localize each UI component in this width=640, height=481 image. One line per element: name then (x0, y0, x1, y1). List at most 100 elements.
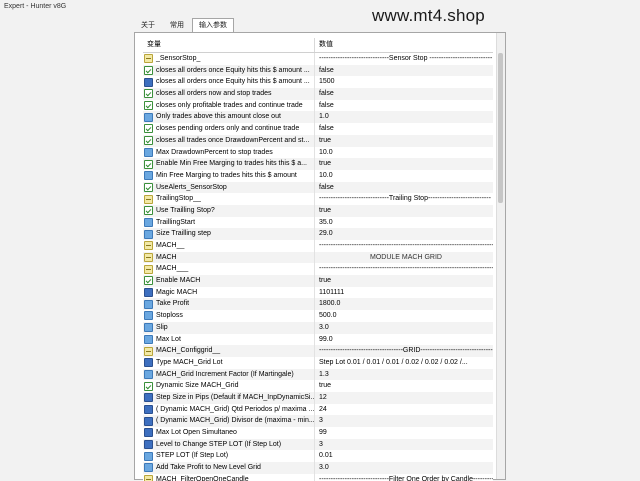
parameter-row[interactable]: Stoploss 500.0 (143, 310, 493, 322)
parameter-value[interactable]: 3.0 (315, 462, 493, 474)
parameter-row[interactable]: TrailingStop__ --------------------------… (143, 193, 493, 205)
parameter-row[interactable]: Add Take Profit to New Level Grid 3.0 (143, 462, 493, 474)
parameter-value[interactable]: 24 (315, 404, 493, 416)
parameter-value[interactable]: Step Lot 0.01 / 0.01 / 0.01 / 0.02 / 0.0… (315, 357, 493, 369)
parameter-row[interactable]: STEP LOT (If Step Lot) 0.01 (143, 450, 493, 463)
parameter-value[interactable]: 1101111 (315, 287, 493, 299)
parameter-row[interactable]: closes all orders once Equity hits this … (143, 64, 493, 77)
parameter-row[interactable]: TraillingStart 35.0 (143, 216, 493, 229)
parameter-name: Stoploss (156, 312, 183, 320)
vertical-scrollbar[interactable] (496, 33, 505, 479)
parameter-value[interactable]: true (315, 380, 493, 392)
boolean-type-icon (144, 136, 153, 146)
parameter-row[interactable]: Max Lot Open Simultaneo 99 (143, 427, 493, 439)
string-type-icon (144, 54, 153, 64)
parameter-value[interactable]: 0.01 (315, 450, 493, 462)
parameter-row[interactable]: Magic MACH 1101111 (143, 286, 493, 299)
parameter-value[interactable]: ------------------------------Trailing S… (315, 193, 493, 205)
parameter-row[interactable]: Min Free Marging to trades hits this $ a… (143, 169, 493, 182)
parameter-name-cell: closes pending orders only and continue … (143, 123, 315, 135)
parameter-name-cell: MACH__ (143, 240, 315, 252)
parameter-row[interactable]: ( Dynamic MACH_Grid) Qtd Periodos p/ max… (143, 403, 493, 416)
tab-common[interactable]: 常用 (163, 18, 191, 32)
parameter-value[interactable]: 99 (315, 427, 493, 439)
parameter-row[interactable]: MACH__ ----------------------------------… (143, 240, 493, 252)
parameter-value[interactable]: 1500 (315, 76, 493, 88)
scrollbar-thumb[interactable] (498, 53, 503, 203)
integer-type-icon (144, 440, 153, 450)
parameter-value[interactable]: false (315, 88, 493, 100)
column-header-value[interactable]: 数值 (315, 38, 493, 52)
parameter-row[interactable]: closes all trades once DrawdownPercent a… (143, 134, 493, 147)
parameter-value[interactable]: ----------------------------------------… (315, 240, 493, 252)
tab-about[interactable]: 关于 (134, 18, 162, 32)
parameter-value[interactable]: false (315, 123, 493, 135)
parameter-row[interactable]: _SensorStop_ ----------------------------… (143, 53, 493, 65)
watermark: www.mt4.shop (372, 6, 485, 25)
parameter-value[interactable]: 1800.0 (315, 298, 493, 310)
parameter-name: MACH___ (156, 265, 189, 273)
parameter-row[interactable]: Type MACH_Grid Lot Step Lot 0.01 / 0.01 /… (143, 356, 493, 369)
parameter-name-cell: Take Profit (143, 298, 315, 311)
parameter-value[interactable]: 29.0 (315, 228, 493, 240)
parameter-value[interactable]: 1.3 (315, 369, 493, 381)
parameter-row[interactable]: Max DrawdownPercent to stop trades 10.0 (143, 146, 493, 159)
parameter-value[interactable]: false (315, 65, 493, 77)
parameter-value[interactable]: MODULE MACH GRID (315, 252, 493, 264)
parameter-row[interactable]: Step Size in Pips (Default if MACH_InpDy… (143, 391, 493, 404)
parameter-row[interactable]: Enable MACH true (143, 275, 493, 287)
parameter-value[interactable]: false (315, 100, 493, 112)
parameter-value[interactable]: true (315, 158, 493, 170)
parameter-value[interactable]: 35.0 (315, 217, 493, 229)
parameter-row[interactable]: closes pending orders only and continue … (143, 123, 493, 135)
parameter-row[interactable]: Slip 3.0 (143, 321, 493, 334)
parameter-row[interactable]: UseAlerts_SensorStop false (143, 181, 493, 194)
parameter-value[interactable]: false (315, 182, 493, 194)
parameter-value[interactable]: 10.0 (315, 147, 493, 159)
column-header-variable[interactable]: 变量 (143, 38, 315, 52)
parameter-name-cell: closes all trades once DrawdownPercent a… (143, 134, 315, 147)
parameter-name: Level to Change STEP LOT (If Step Lot) (156, 440, 282, 448)
parameter-row[interactable]: closes only profitable trades and contin… (143, 99, 493, 112)
parameter-name: closes all orders once Equity hits this … (156, 66, 310, 74)
parameter-row[interactable]: Size Trailling step 29.0 (143, 228, 493, 240)
parameter-row[interactable]: MACH___ ---------------------------------… (143, 263, 493, 276)
parameter-row[interactable]: MACH MODULE MACH GRID (143, 251, 493, 264)
parameter-value[interactable]: 3 (315, 439, 493, 451)
parameter-value[interactable]: ------------------------------------GRID… (315, 345, 493, 357)
boolean-type-icon (144, 182, 153, 192)
parameter-name: STEP LOT (If Step Lot) (156, 452, 229, 460)
parameter-row[interactable]: ( Dynamic MACH_Grid) Divisor de (maxima … (143, 415, 493, 427)
parameter-row[interactable]: Level to Change STEP LOT (If Step Lot) 3 (143, 438, 493, 451)
parameter-value[interactable]: 10.0 (315, 170, 493, 182)
parameter-row[interactable]: closes all orders now and stop trades fal… (143, 88, 493, 100)
parameter-value[interactable]: true (315, 135, 493, 147)
double-type-icon (144, 311, 153, 321)
parameter-name: closes only profitable trades and contin… (156, 101, 303, 109)
parameter-value[interactable]: 3 (315, 415, 493, 427)
parameter-row[interactable]: closes all orders once Equity hits this … (143, 76, 493, 89)
parameter-value[interactable]: 1.0 (315, 111, 493, 123)
parameter-row[interactable]: MACH_Grid Increment Factor (If Martingal… (143, 368, 493, 381)
tab-inputs[interactable]: 输入参数 (192, 18, 234, 32)
integer-type-icon (144, 404, 153, 414)
boolean-type-icon (144, 381, 153, 391)
parameter-value[interactable]: true (315, 205, 493, 217)
parameter-row[interactable]: Dynamic Size MACH_Grid true (143, 380, 493, 392)
parameter-row[interactable]: MACH_Configgrid__ -----------------------… (143, 345, 493, 357)
parameter-row[interactable]: Enable Min Free Marging to trades hits t… (143, 158, 493, 170)
parameter-value[interactable]: ----------------------------------------… (315, 263, 493, 275)
parameter-name: TraillingStart (156, 218, 196, 226)
parameter-row[interactable]: Take Profit 1800.0 (143, 298, 493, 311)
parameter-row[interactable]: Max Lot 99.0 (143, 333, 493, 346)
parameter-row[interactable]: Use Trailling Stop? true (143, 204, 493, 217)
parameter-value[interactable]: 12 (315, 392, 493, 404)
parameter-name-cell: Max DrawdownPercent to stop trades (143, 146, 315, 159)
parameter-value[interactable]: true (315, 275, 493, 287)
parameter-value[interactable]: ------------------------------Sensor Sto… (315, 53, 493, 65)
parameter-row[interactable]: Only trades above this amount close out 1… (143, 111, 493, 124)
parameter-name-cell: Level to Change STEP LOT (If Step Lot) (143, 438, 315, 451)
parameter-value[interactable]: 99.0 (315, 334, 493, 346)
parameter-value[interactable]: 3.0 (315, 322, 493, 334)
parameter-value[interactable]: 500.0 (315, 310, 493, 322)
